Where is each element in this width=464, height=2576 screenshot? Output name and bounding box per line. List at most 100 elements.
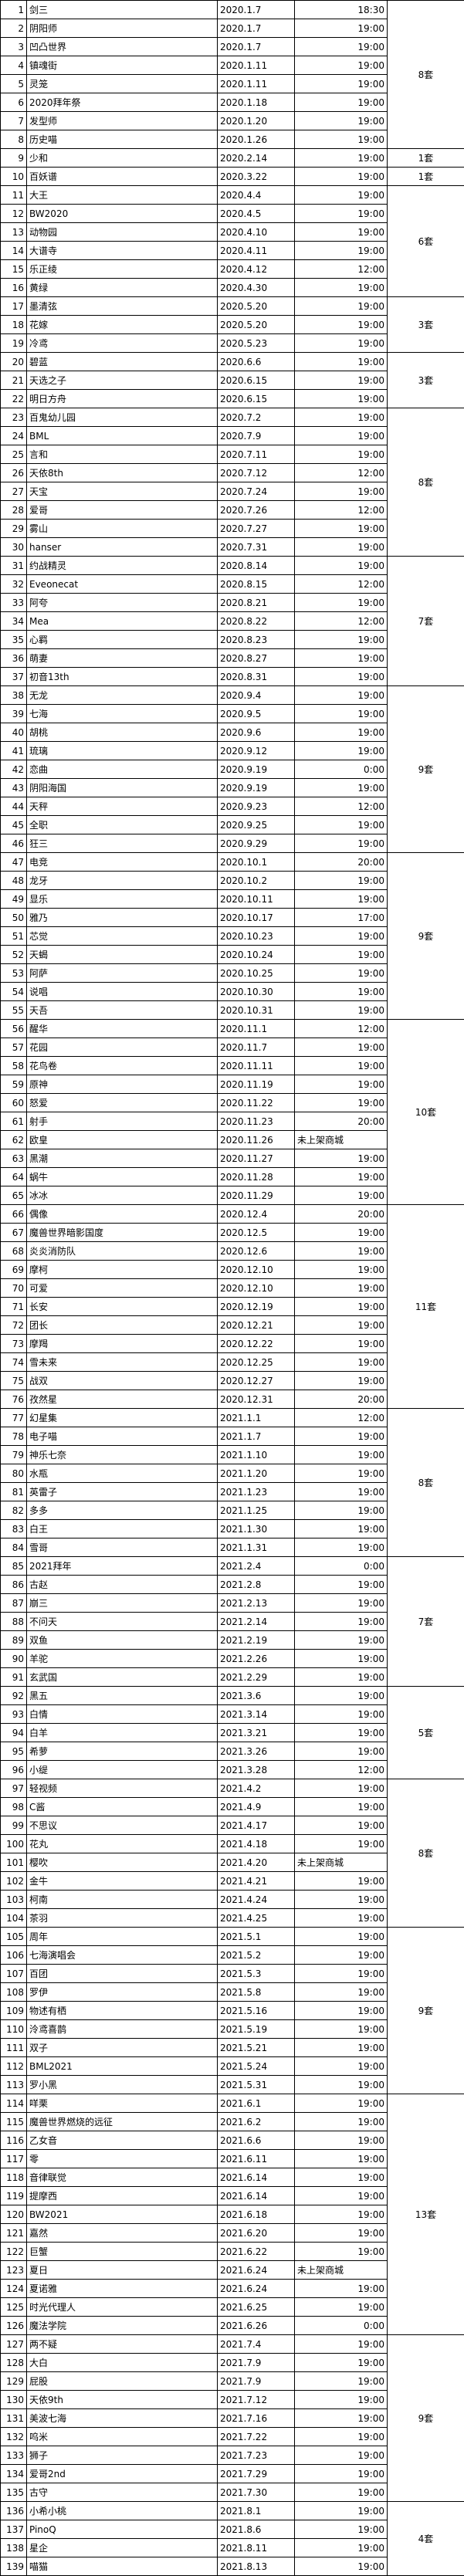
release-date: 2021.5.1 [217,1927,295,1946]
release-date: 2021.7.29 [217,2464,295,2483]
table-row: 85 2021拜年 2021.2.4 0:00 7套 [0,1556,464,1687]
release-time: 12:00 [294,1019,388,1038]
item-name: BW2020 [26,204,218,223]
item-name: 战双 [26,1371,218,1390]
row-index: 13 [0,222,27,242]
group-count: 5套 [387,1686,464,1779]
item-name: 无龙 [26,685,218,705]
row-index: 47 [0,852,27,872]
release-time: 19:00 [294,2019,388,2039]
group-count: 10套 [387,1019,464,1205]
item-name: 屁股 [26,2371,218,2391]
release-time: 19:00 [294,1816,388,1835]
release-date: 2020.10.23 [217,926,295,946]
release-time: 19:00 [294,1149,388,1168]
release-date: 2021.4.21 [217,1871,295,1891]
release-time: 19:00 [294,1482,388,1501]
item-name: 大谱寺 [26,241,218,260]
release-time: 19:00 [294,333,388,353]
release-date: 2020.7.12 [217,463,295,482]
release-table-body: 1 剑三 2020.1.7 18:30 8套 2 阴阳师 2020.1.7 19:00 3 凹凸世界… [0,0,464,2576]
release-time: 19:00 [294,19,388,38]
release-time: 19:00 [294,2075,388,2094]
release-date: 2021.8.11 [217,2538,295,2557]
release-time: 19:00 [294,1464,388,1483]
release-time: 19:00 [294,2464,388,2483]
release-date: 2020.7.9 [217,426,295,445]
item-name: 冰冰 [26,1186,218,1205]
release-date: 2021.4.2 [217,1779,295,1798]
item-name: 凹凸世界 [26,37,218,56]
release-time: 19:00 [294,1834,388,1853]
release-date: 2021.1.10 [217,1445,295,1464]
row-index: 98 [0,1797,27,1816]
row-index: 111 [0,2038,27,2057]
row-index: 21 [0,371,27,390]
release-time: 19:00 [294,1593,388,1613]
row-index: 17 [0,296,27,316]
release-time: 19:00 [294,2056,388,2076]
item-name: 阴阳师 [26,19,218,38]
release-date: 2021.4.25 [217,1908,295,1928]
release-time: 19:00 [294,1427,388,1446]
row-index: 14 [0,241,27,260]
table-row: 17 墨清弦 2020.5.20 19:00 3套 [0,296,464,353]
table-row: 38 无龙 2020.9.4 19:00 9套 [0,685,464,853]
release-time: 19:00 [294,1519,388,1538]
group-count: 8套 [387,1408,464,1557]
release-time: 19:00 [294,2205,388,2224]
release-time: 19:00 [294,1742,388,1761]
row-index: 6 [0,93,27,112]
row-index: 73 [0,1334,27,1353]
item-name: 灵笼 [26,74,218,93]
release-time: 19:00 [294,1241,388,1261]
item-name: 夏诺雅 [26,2279,218,2298]
release-time: 19:00 [294,222,388,242]
item-name: 两不疑 [26,2334,218,2354]
release-date: 2021.7.22 [217,2427,295,2446]
release-time: 19:00 [294,778,388,797]
release-time: 19:00 [294,1000,388,1020]
release-date: 2020.9.12 [217,741,295,760]
item-name: 不问天 [26,1612,218,1631]
row-index: 139 [0,2557,27,2576]
release-date: 2021.7.23 [217,2446,295,2465]
item-name: 茶羽 [26,1908,218,1928]
release-date: 2020.12.25 [217,1352,295,1372]
item-name: 萌妻 [26,648,218,668]
item-name: 历史喵 [26,130,218,149]
row-index: 108 [0,1982,27,2002]
release-time: 19:00 [294,1278,388,1298]
release-time: 未上架商城 [294,1130,388,1149]
item-name: 墨清弦 [26,296,218,316]
item-name: 夏日 [26,2260,218,2280]
release-date: 2020.4.12 [217,259,295,279]
item-name: 碧蓝 [26,352,218,371]
row-index: 42 [0,760,27,779]
item-name: 嘉然 [26,2223,218,2243]
row-index: 4 [0,56,27,75]
item-name: 星企 [26,2538,218,2557]
item-name: 樱吹 [26,1853,218,1872]
item-name: 摩羯 [26,1334,218,1353]
item-name: 恋曲 [26,760,218,779]
item-name: 言和 [26,445,218,464]
group-count: 9套 [387,685,464,853]
release-date: 2020.11.26 [217,1130,295,1149]
item-name: 阴阳海国 [26,778,218,797]
row-index: 28 [0,500,27,520]
table-row: 10 百妖谱 2020.3.22 19:00 1套 [0,167,464,186]
release-date: 2020.9.29 [217,834,295,853]
item-name: 幻星集 [26,1408,218,1427]
group-count: 1套 [387,167,464,186]
release-time: 19:00 [294,685,388,705]
release-date: 2021.5.2 [217,1945,295,1965]
item-name: hanser [26,537,218,557]
row-index: 54 [0,982,27,1001]
row-index: 120 [0,2205,27,2224]
row-index: 133 [0,2446,27,2465]
release-time: 19:00 [294,1260,388,1279]
release-date: 2021.5.8 [217,1982,295,2002]
release-time: 20:00 [294,1204,388,1224]
release-time: 12:00 [294,574,388,594]
